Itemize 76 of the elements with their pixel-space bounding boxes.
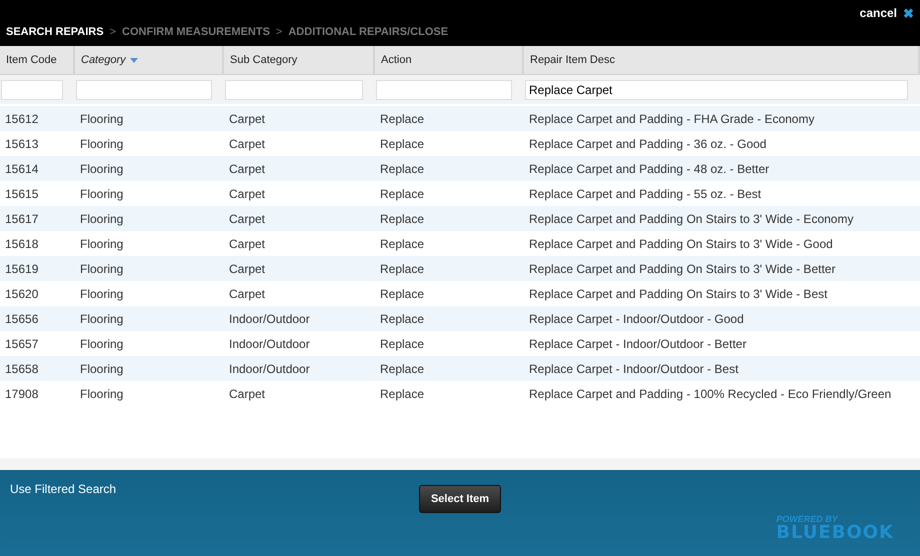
table-cell-text: 15618 [4,236,40,250]
table-cell-text: Replace [379,262,426,276]
table-cell-text: Replace [379,236,426,250]
table-cell-text: 15657 [4,336,40,350]
select-item-button[interactable]: Select Item [418,485,502,513]
breadcrumb-step: SEARCH REPAIRS [6,26,104,38]
table-cell-text: Flooring [79,336,124,350]
filtered-search-link[interactable]: Use Filtered Search [10,482,419,496]
table-cell-text: Replace [379,312,426,326]
table-cell-text: 15612 [4,112,40,126]
table-cell-text: Carpet [228,212,266,226]
table-cell-text: Replace Carpet and Padding - 48 oz. - Better [528,162,770,176]
table-cell-text: Flooring [79,212,124,226]
table-cell-text: Flooring [79,136,124,150]
table-cell-text: Replace [379,336,426,350]
table-cell-text: Flooring [79,162,124,176]
filter-field[interactable] [225,80,363,100]
filter-field[interactable]: Replace Carpet [525,80,908,100]
table-cell-text: Replace [379,136,426,150]
table-cell-text: Carpet [228,262,266,276]
table-cell-text: Flooring [79,236,124,250]
table-cell-text: Replace [379,286,426,300]
table-cell-text: Replace Carpet and Padding - 36 oz. - Good [528,136,768,150]
table-cell-text: Carpet [228,286,266,300]
table-cell-text: Carpet [228,386,266,400]
table-cell-text: Replace Carpet and Padding - FHA Grade - Economy [528,112,816,126]
table-cell-text: 15620 [4,286,40,300]
table-cell-text: Replace [379,162,426,176]
table-cell-text: Replace [379,112,426,126]
table-cell-text: 15617 [4,212,40,226]
table-cell-text: Replace [379,186,426,200]
table-cell-text: Flooring [79,112,124,126]
table-cell-text: Flooring [79,312,124,326]
sort-icon [130,58,138,62]
table-cell-text: Carpet [228,136,266,150]
table-cell-text: 15615 [4,186,40,200]
table-cell-text: 15614 [4,162,40,176]
table-cell-text: 15658 [4,362,40,376]
table-cell-text: Replace [379,386,426,400]
table-cell-text: Flooring [79,386,124,400]
breadcrumb-separator: > [110,26,116,38]
table-cell-text: 15619 [4,262,40,276]
table-cell-text: Replace Carpet - Indoor/Outdoor - Good [528,312,745,326]
table-cell-text: 17908 [4,386,40,400]
table-cell-text: Replace Carpet and Padding On Stairs to 3' Wide - Best [528,286,828,300]
table-cell-text: Replace Carpet - Indoor/Outdoor - Better [528,336,748,350]
table-cell-text: Indoor/Outdoor [228,312,311,326]
table-cell-text: Replace Carpet and Padding On Stairs to 3' Wide - Economy [528,212,854,226]
table-cell-text: Flooring [79,262,124,276]
table-cell-text: Carpet [228,162,266,176]
breadcrumb-separator: > [276,26,282,38]
table-cell-text: Indoor/Outdoor [228,336,311,350]
table-cell-text: Replace Carpet and Padding On Stairs to 3' Wide - Good [528,236,834,250]
table-cell-text: Flooring [79,362,124,376]
breadcrumb-step: CONFIRM MEASUREMENTS [122,26,270,38]
table-cell-text: Flooring [79,186,124,200]
breadcrumb-step: ADDITIONAL REPAIRS/CLOSE [288,26,448,38]
cancel-link[interactable]: cancel [860,6,897,20]
table-cell-text: Replace Carpet and Padding On Stairs to 3' Wide - Better [528,262,836,276]
table-cell-text: 15656 [4,312,40,326]
logo: POWERED BY BLUEBOOK [776,515,894,542]
table-cell-text: Carpet [228,186,266,200]
table-cell-text: Flooring [79,286,124,300]
table-cell-text: Replace [379,212,426,226]
table-cell-text: Indoor/Outdoor [228,362,311,376]
table-cell-text: Carpet [228,112,266,126]
filter-field[interactable] [1,80,63,100]
table-cell-text: Replace Carpet and Padding - 55 oz. - Best [528,186,762,200]
table-cell-text: 15613 [4,136,40,150]
filter-field[interactable] [76,80,212,100]
close-icon[interactable]: ✖ [903,6,914,20]
table-cell-text: Replace Carpet and Padding - 100% Recycled - Eco Friendly/Green [528,386,892,400]
table-cell-text: Replace [379,362,426,376]
table-cell-text: Carpet [228,236,266,250]
filter-field[interactable] [376,80,512,100]
table-cell-text: Replace Carpet - Indoor/Outdoor - Best [528,362,740,376]
